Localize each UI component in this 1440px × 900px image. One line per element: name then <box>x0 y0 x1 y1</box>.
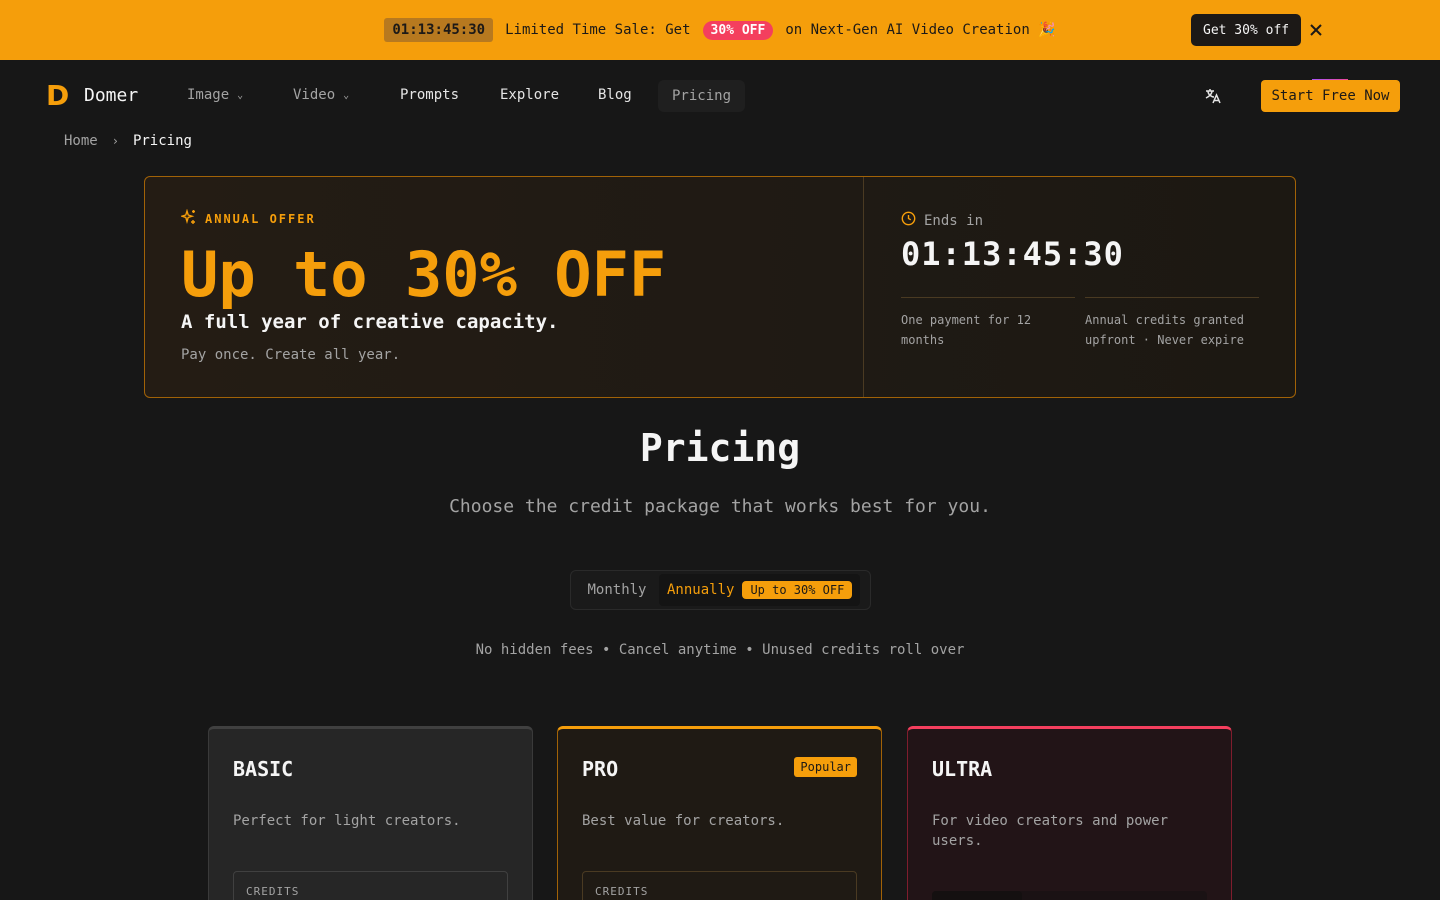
offer-countdown: 01:13:45:30 <box>901 235 1124 273</box>
ultra-option-tab-active[interactable] <box>932 891 1022 900</box>
nav-item-explore[interactable]: Explore <box>500 87 559 103</box>
promo-cta-button[interactable]: Get 30% off <box>1191 14 1302 46</box>
promo-countdown: 01:13:45:30 <box>384 18 494 42</box>
nav-item-prompts[interactable]: Prompts <box>400 87 459 103</box>
nav-item-blog[interactable]: Blog <box>598 87 632 103</box>
nav-item-label: Video <box>293 87 336 103</box>
chevron-right-icon: › <box>111 134 119 148</box>
ultra-option-tabs[interactable] <box>932 891 1207 900</box>
nav-item-pricing[interactable]: Pricing <box>658 80 746 112</box>
plan-name: ULTRA <box>932 757 993 781</box>
offer-title: Up to 30% OFF <box>181 238 667 311</box>
nav-item-video[interactable]: Video ⌄ <box>293 87 349 103</box>
plan-name: PRO <box>582 757 619 781</box>
credits-selector[interactable]: CREDITS <box>233 871 508 900</box>
offer-eyebrow-label: ANNUAL OFFER <box>205 211 316 226</box>
chevron-down-icon: ⌄ <box>343 89 350 101</box>
chevron-down-icon: ⌄ <box>237 89 244 101</box>
annual-offer-card: ANNUAL OFFER Up to 30% OFF A full year o… <box>144 176 1296 398</box>
clock-icon <box>901 211 916 230</box>
ends-in-text: Ends in <box>924 212 984 229</box>
page-title: Pricing <box>639 426 801 470</box>
offer-note: Annual credits granted upfront · Never e… <box>1085 297 1259 350</box>
close-icon[interactable] <box>1306 20 1326 40</box>
breadcrumb-current: Pricing <box>132 133 192 149</box>
billing-toggle: Monthly Annually Up to 30% OFF <box>570 570 871 610</box>
plan-description: Best value for creators. <box>582 813 785 829</box>
offer-tagline: Pay once. Create all year. <box>181 347 401 363</box>
credits-label: CREDITS <box>246 885 300 898</box>
offer-note: One payment for 12 months <box>901 297 1075 350</box>
page-subtitle: Choose the credit package that works bes… <box>449 496 991 517</box>
nav-item-image[interactable]: Image ⌄ <box>187 87 243 103</box>
plan-description: Perfect for light creators. <box>233 813 461 829</box>
credits-selector[interactable]: CREDITS <box>582 871 857 900</box>
credits-label: CREDITS <box>595 885 649 898</box>
nav-item-label: Image <box>187 87 230 103</box>
popular-badge: Popular <box>794 757 857 777</box>
logo-icon[interactable]: D <box>46 82 70 110</box>
plan-card-ultra: ULTRA For video creators and power users… <box>907 726 1232 900</box>
sparkles-icon <box>179 208 197 228</box>
breadcrumb: Home › Pricing <box>64 133 192 149</box>
brand-name[interactable]: Domer <box>84 85 138 106</box>
toggle-monthly[interactable]: Monthly <box>575 582 659 598</box>
ends-in-label: Ends in <box>901 211 983 230</box>
guarantees-text: No hidden fees • Cancel anytime • Unused… <box>475 642 965 658</box>
offer-subtitle: A full year of creative capacity. <box>181 311 559 333</box>
divider <box>863 177 864 397</box>
toggle-annually-label: Annually <box>667 582 735 598</box>
discount-badge: Up to 30% OFF <box>742 581 853 599</box>
promo-text-after: on Next-Gen AI Video Creation 🎉 <box>785 22 1056 38</box>
plan-description: For video creators and power users. <box>932 813 1169 849</box>
toggle-annually[interactable]: Annually Up to 30% OFF <box>659 574 861 606</box>
plan-card-pro: PRO Popular Best value for creators. CRE… <box>557 726 882 900</box>
offer-eyebrow: ANNUAL OFFER <box>179 208 316 228</box>
promo-content: 01:13:45:30 Limited Time Sale: Get 30% O… <box>384 18 1056 42</box>
promo-text: Limited Time Sale: Get <box>505 22 691 38</box>
promo-discount-pill: 30% OFF <box>702 20 774 40</box>
translate-icon[interactable] <box>1204 87 1222 105</box>
plan-name: BASIC <box>233 757 294 781</box>
start-free-button[interactable]: Start Free Now <box>1261 80 1400 112</box>
breadcrumb-home[interactable]: Home <box>64 133 98 149</box>
plan-card-basic: BASIC Perfect for light creators. CREDIT… <box>208 726 533 900</box>
